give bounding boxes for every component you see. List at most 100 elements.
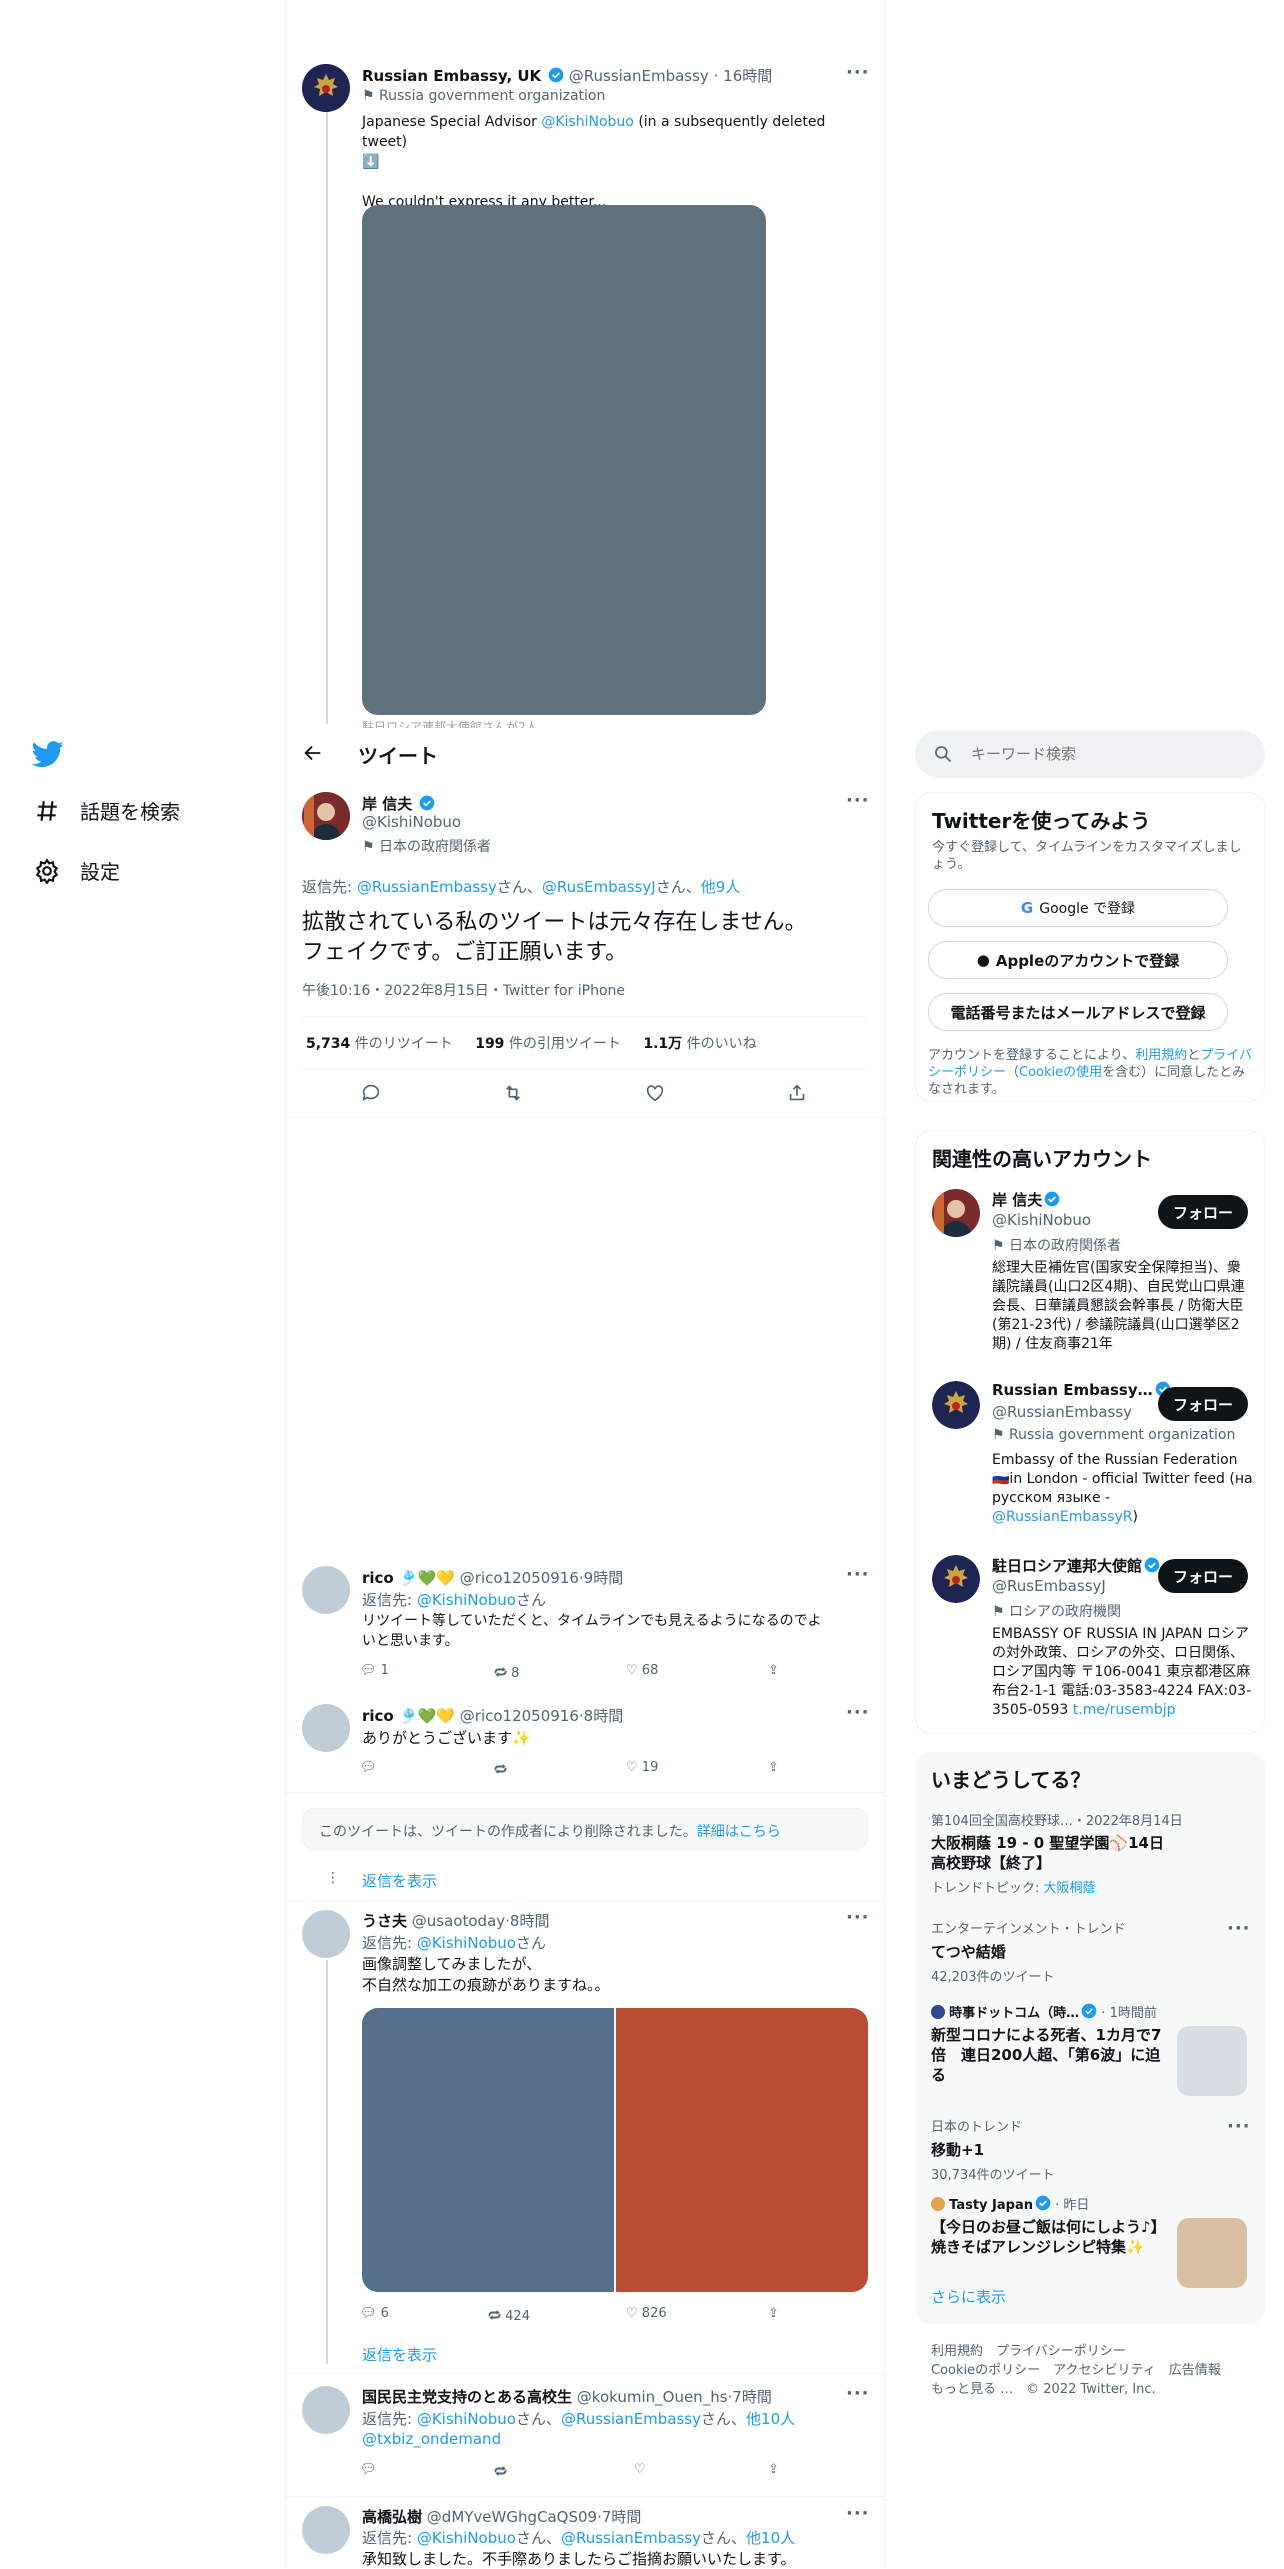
author-name[interactable]: うさ夫 (362, 1912, 407, 1930)
follow-button[interactable]: フォロー (1158, 1387, 1248, 1421)
mention-link[interactable]: @RussianEmbassy (561, 2410, 701, 2428)
tweet-time[interactable]: 9時間 (584, 1569, 624, 1587)
google-signup-button[interactable]: G Google で登録 (928, 889, 1228, 927)
more-options-icon[interactable]: ··· (1227, 1918, 1251, 1939)
share-icon[interactable]: ⇪ (768, 2306, 779, 2321)
tweet-time[interactable]: 7時間 (602, 2508, 642, 2526)
footer-link[interactable]: 利用規約 (931, 2344, 983, 2359)
back-arrow-icon[interactable] (302, 742, 324, 768)
tweet-meta[interactable]: 午後10:16・2022年8月15日・Twitter for iPhone (302, 980, 625, 1000)
author-handle[interactable]: @RussianEmbassy (569, 67, 709, 85)
more-options-icon[interactable]: ··· (846, 1907, 870, 1928)
reply-icon[interactable]: 💬︎ (360, 1760, 377, 1775)
share-icon[interactable] (786, 1082, 808, 1108)
share-icon[interactable]: ⇪ (768, 2462, 779, 2477)
avatar[interactable] (302, 1704, 350, 1752)
quotes-count[interactable]: 199 件の引用ツイート (475, 1036, 621, 1052)
author-handle[interactable]: @kokumin_Ouen_hs (577, 2388, 728, 2406)
terms-link[interactable]: 利用規約 (1135, 1048, 1187, 1063)
like-icon[interactable]: ♡ (626, 2306, 638, 2321)
others-link[interactable]: 他10人 (746, 2529, 795, 2547)
author-name[interactable]: 国民民主党支持のとある高校生 (362, 2388, 572, 2406)
more-options-icon[interactable]: ··· (846, 1702, 870, 1723)
news-thumbnail[interactable] (1177, 2218, 1247, 2288)
trend-item[interactable]: 日本のトレンド 移動+1 30,734件のツイート (931, 2116, 1251, 2183)
nav-explore[interactable]: 話題を検索 (34, 796, 180, 825)
author-handle[interactable]: @dMYveWGhgCaQS09 (427, 2508, 597, 2526)
author-name[interactable]: 高橋弘樹 (362, 2508, 422, 2526)
author-handle[interactable]: @KishiNobuo (362, 813, 461, 831)
trend-item[interactable]: 第104回全国高校野球…・2022年8月14日 大阪桐蔭 19 - 0 聖望学園… (931, 1810, 1241, 1896)
like-icon[interactable]: ♡ (634, 2462, 646, 2477)
news-thumbnail[interactable] (1177, 2026, 1247, 2096)
avatar[interactable] (302, 2386, 350, 2434)
author-name[interactable]: rico 🎐💚💛 (362, 1707, 455, 1725)
show-more-link[interactable]: さらに表示 (931, 2286, 1006, 2307)
tweet-time[interactable]: 7時間 (732, 2388, 772, 2406)
reply-icon[interactable] (360, 1082, 382, 1108)
tweet-time[interactable]: 8時間 (584, 1707, 624, 1725)
twitter-logo-icon[interactable] (31, 738, 64, 774)
avatar[interactable] (932, 1381, 980, 1429)
author-handle[interactable]: @rico12050916 (460, 1569, 579, 1587)
more-options-icon[interactable]: ··· (846, 2503, 870, 2524)
footer-more[interactable]: もっと見る … (931, 2382, 1013, 2397)
mention-link[interactable]: @KishiNobuo (417, 2529, 516, 2547)
learn-more-link[interactable]: 詳細はこちら (697, 1824, 781, 1840)
like-icon[interactable] (644, 1082, 666, 1108)
retweet-icon[interactable]: 🔁︎ (494, 2462, 507, 2481)
share-icon[interactable]: ⇪ (768, 1663, 779, 1678)
avatar[interactable] (302, 1910, 350, 1958)
share-icon[interactable]: ⇪ (768, 1760, 779, 1775)
reply-icon[interactable]: 💬︎ (360, 2462, 377, 2477)
search-bar[interactable] (915, 730, 1265, 778)
search-input[interactable] (971, 742, 1241, 766)
avatar[interactable] (302, 2506, 350, 2554)
author-handle[interactable]: @rico12050916 (460, 1707, 579, 1725)
mention-link[interactable]: @txbiz_ondemand (362, 2430, 501, 2448)
others-link[interactable]: 他9人 (701, 878, 741, 896)
author-name[interactable]: rico 🎐💚💛 (362, 1569, 455, 1587)
phone-email-signup-button[interactable]: 電話番号またはメールアドレスで登録 (928, 993, 1228, 1031)
account-handle[interactable]: @KishiNobuo (992, 1211, 1091, 1229)
more-options-icon[interactable]: ··· (846, 790, 870, 811)
reply-icon[interactable]: 💬︎ (360, 1663, 377, 1678)
account-handle[interactable]: @RusEmbassyJ (992, 1577, 1106, 1595)
bio-link[interactable]: t.me/rusembjp (1073, 1702, 1176, 1718)
account-name[interactable]: Russian Embassy… (992, 1381, 1153, 1399)
mention-link[interactable]: @KishiNobuo (417, 2410, 516, 2428)
retweets-count[interactable]: 5,734 件のリツイート (306, 1036, 453, 1052)
retweet-icon[interactable]: 🔁︎ (494, 1760, 507, 1779)
follow-button[interactable]: フォロー (1158, 1195, 1248, 1229)
mention-link[interactable]: @KishiNobuo (417, 1591, 516, 1609)
author-handle[interactable]: @usaotoday (412, 1912, 505, 1930)
account-handle[interactable]: @RussianEmbassy (992, 1403, 1132, 1421)
tweet-image[interactable] (362, 2008, 616, 2292)
retweet-icon[interactable]: 🔁︎ (494, 1666, 507, 1681)
retweet-icon[interactable] (502, 1082, 524, 1108)
mention-link[interactable]: @RussianEmbassy (561, 2529, 701, 2547)
more-options-icon[interactable]: ··· (1227, 2116, 1251, 2137)
others-link[interactable]: 他10人 (746, 2410, 795, 2428)
mention-link[interactable]: @KishiNobuo (417, 1934, 516, 1952)
like-icon[interactable]: ♡ (626, 1663, 638, 1678)
tweet-image-grid[interactable] (362, 2008, 868, 2292)
reply-icon[interactable]: 💬︎ (360, 2306, 377, 2321)
apple-signup-button[interactable]: ● Appleのアカウントで登録 (928, 941, 1228, 979)
author-name[interactable]: Russian Embassy, UK (362, 67, 541, 85)
avatar[interactable] (302, 64, 350, 112)
tweet-time[interactable]: 8時間 (510, 1912, 550, 1930)
footer-link[interactable]: プライバシーポリシー (996, 2344, 1126, 2359)
tweet-image[interactable] (362, 205, 766, 715)
avatar[interactable] (932, 1555, 980, 1603)
nav-settings[interactable]: 設定 (34, 856, 120, 885)
tweet-time[interactable]: 16時間 (723, 67, 772, 85)
account-name[interactable]: 駐日ロシア連邦大使館 (992, 1557, 1142, 1575)
avatar[interactable] (302, 792, 350, 840)
retweet-icon[interactable]: 🔁︎ (488, 2309, 501, 2324)
show-replies-link[interactable]: 返信を表示 (362, 1870, 437, 1891)
more-options-icon[interactable]: ··· (846, 62, 870, 83)
more-options-icon[interactable]: ··· (846, 2383, 870, 2404)
mention-link[interactable]: @RussianEmbassy (357, 878, 497, 896)
show-replies-link[interactable]: 返信を表示 (362, 2344, 437, 2365)
